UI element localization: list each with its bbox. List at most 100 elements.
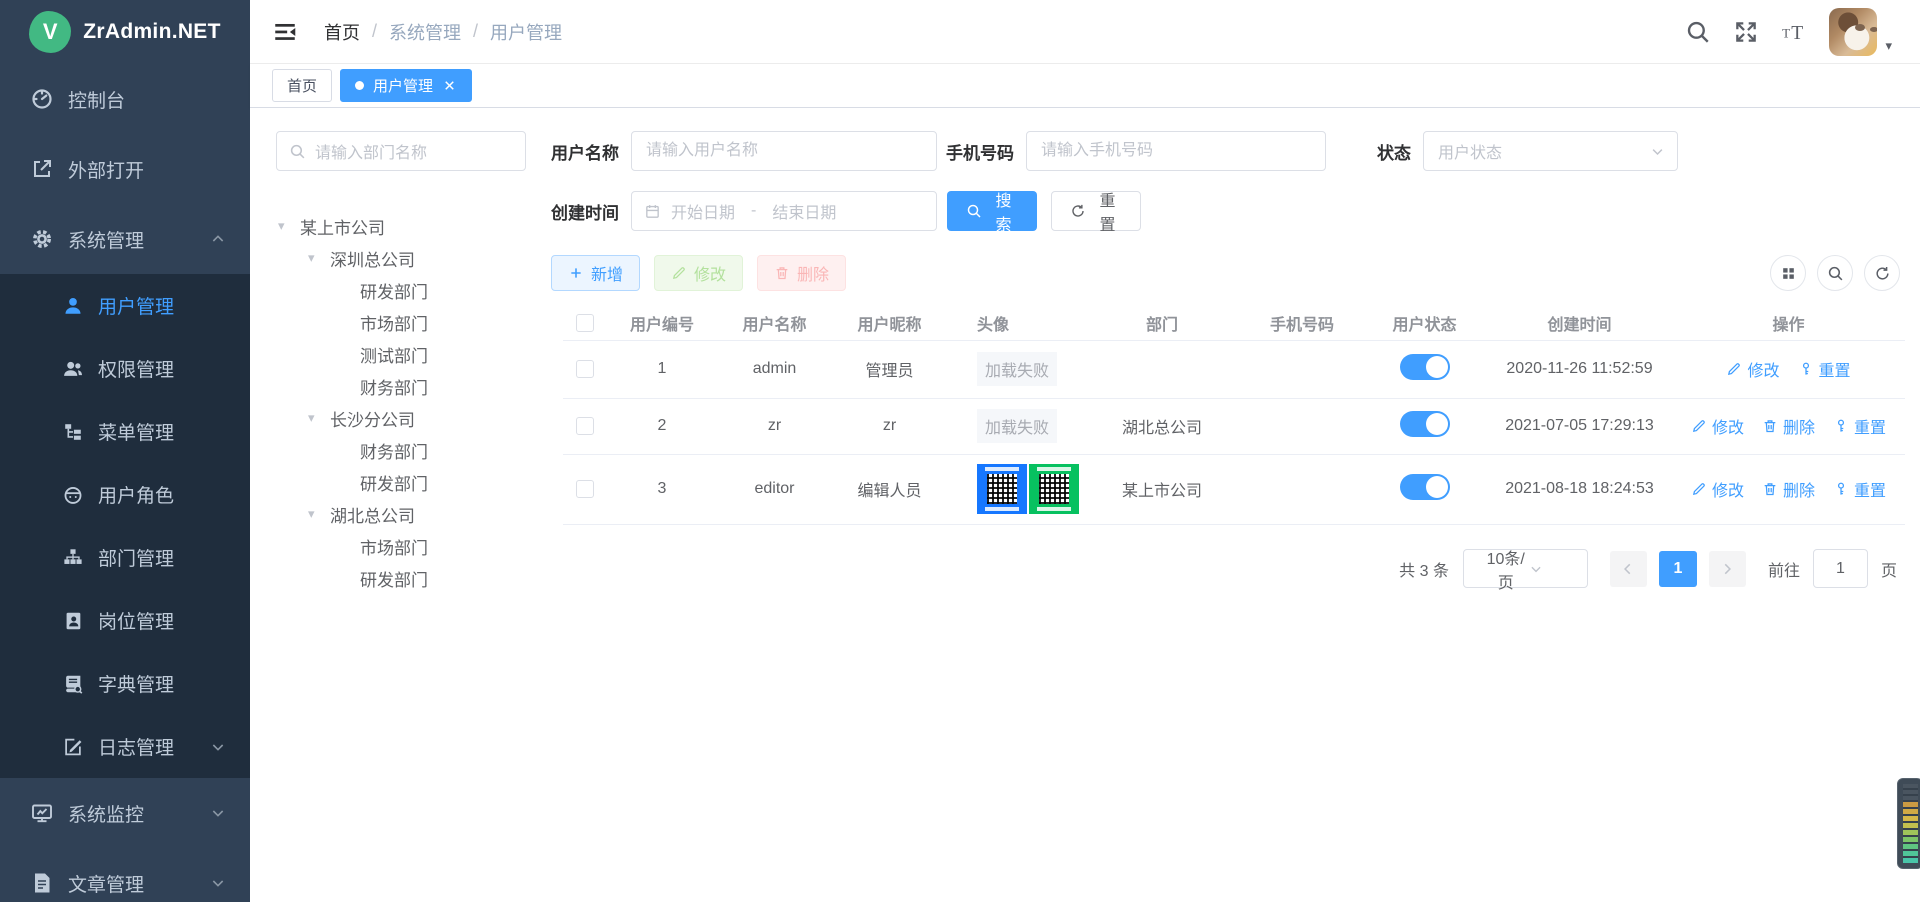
goto-page-input[interactable]	[1813, 549, 1868, 588]
wechat-qr-image[interactable]	[1029, 464, 1079, 514]
table-row: 1admin管理员加载失败2020-11-26 11:52:59修改重置	[563, 340, 1905, 398]
breadcrumb: 首页/系统管理/用户管理	[324, 19, 562, 45]
row-checkbox[interactable]	[576, 417, 594, 435]
breadcrumb-item[interactable]: 系统管理	[389, 19, 461, 45]
users-icon	[62, 358, 84, 380]
tree-node[interactable]: ▾某上市公司	[276, 210, 526, 242]
search-icon[interactable]	[1685, 19, 1711, 45]
key-icon	[1833, 481, 1849, 497]
caret-down-icon[interactable]: ▾	[308, 250, 330, 266]
user-status-toggle[interactable]	[1400, 354, 1450, 380]
edit-link[interactable]: 修改	[1726, 357, 1779, 381]
toggle-search-icon[interactable]	[1817, 255, 1853, 291]
sidebar-item-dict-mgmt[interactable]: 字典管理	[0, 652, 250, 715]
prev-page-button[interactable]	[1610, 551, 1647, 587]
reset-link[interactable]: 重置	[1833, 414, 1886, 438]
tree-node[interactable]: 研发部门	[276, 274, 526, 306]
tree-node[interactable]: ▾深圳总公司	[276, 242, 526, 274]
sidebar-item-sys-monitor[interactable]: 系统监控	[0, 778, 250, 848]
tree-node[interactable]: 财务部门	[276, 434, 526, 466]
breadcrumb-separator: /	[473, 21, 478, 42]
tree-node[interactable]: 研发部门	[276, 562, 526, 594]
font-size-icon[interactable]: TT	[1781, 19, 1807, 45]
refresh-table-icon[interactable]	[1864, 255, 1900, 291]
menu-tree-icon	[62, 421, 84, 443]
cell-phone	[1242, 398, 1362, 454]
active-dot	[355, 81, 364, 90]
user-status-toggle[interactable]	[1400, 474, 1450, 500]
edge-meter-widget[interactable]	[1897, 778, 1920, 869]
cell-avatar	[947, 454, 1082, 524]
select-all-checkbox[interactable]	[576, 314, 594, 332]
external-link-icon	[30, 157, 54, 181]
total-count: 共 3 条	[1399, 557, 1449, 581]
edit-link[interactable]: 修改	[1691, 477, 1744, 501]
user-status-toggle[interactable]	[1400, 411, 1450, 437]
user-menu[interactable]: ▾	[1829, 8, 1892, 56]
tree-node[interactable]: 研发部门	[276, 466, 526, 498]
date-range-input[interactable]: 开始日期 - 结束日期	[631, 191, 937, 231]
reset-button[interactable]: 重置	[1051, 191, 1141, 231]
tree-node[interactable]: 财务部门	[276, 370, 526, 402]
row-checkbox[interactable]	[576, 480, 594, 498]
columns-grid-icon[interactable]	[1770, 255, 1806, 291]
sidebar-item-perm-mgmt[interactable]: 权限管理	[0, 337, 250, 400]
username-input[interactable]	[631, 131, 937, 171]
delete-link[interactable]: 删除	[1762, 477, 1815, 501]
page-number-1[interactable]: 1	[1659, 551, 1697, 587]
chevron-down-icon	[1650, 144, 1665, 159]
row-checkbox[interactable]	[576, 360, 594, 378]
close-icon[interactable]	[442, 78, 457, 93]
id-badge-icon	[62, 610, 84, 632]
tree-node[interactable]: ▾长沙分公司	[276, 402, 526, 434]
org-tree-icon	[62, 547, 84, 569]
tree-node[interactable]: 市场部门	[276, 306, 526, 338]
tree-node[interactable]: 市场部门	[276, 530, 526, 562]
delete-link[interactable]: 删除	[1762, 414, 1815, 438]
delete-user-button[interactable]: 删除	[757, 255, 846, 291]
tree-node[interactable]: ▾湖北总公司	[276, 498, 526, 530]
calendar-icon	[644, 203, 671, 220]
edit-user-button[interactable]: 修改	[654, 255, 743, 291]
sidebar-item-dept-mgmt[interactable]: 部门管理	[0, 526, 250, 589]
page-size-select[interactable]: 10条/页	[1463, 549, 1588, 588]
sidebar-item-dashboard[interactable]: 控制台	[0, 64, 250, 134]
sidebar-item-user-role[interactable]: 用户角色	[0, 463, 250, 526]
sidebar-fold-icon[interactable]	[272, 19, 298, 45]
sidebar-item-post-mgmt[interactable]: 岗位管理	[0, 589, 250, 652]
dept-search-input[interactable]: 请输入部门名称	[276, 131, 526, 171]
sidebar-item-external[interactable]: 外部打开	[0, 134, 250, 204]
caret-down-icon[interactable]: ▾	[308, 506, 330, 522]
tab-home[interactable]: 首页	[272, 69, 332, 102]
tab-user-mgmt[interactable]: 用户管理	[340, 69, 472, 102]
sidebar-item-log-mgmt[interactable]: 日志管理	[0, 715, 250, 778]
edit-icon	[1691, 418, 1707, 434]
search-button[interactable]: 搜索	[947, 191, 1037, 231]
breadcrumb-item[interactable]: 首页	[324, 19, 360, 45]
sidebar-item-user-mgmt[interactable]: 用户管理	[0, 274, 250, 337]
phone-input[interactable]	[1026, 131, 1326, 171]
log-edit-icon	[62, 736, 84, 758]
edit-link[interactable]: 修改	[1691, 414, 1744, 438]
col-header: 用户昵称	[832, 306, 947, 340]
caret-down-icon[interactable]: ▾	[278, 218, 300, 234]
add-user-button[interactable]: 新增	[551, 255, 640, 291]
tree-node[interactable]: 测试部门	[276, 338, 526, 370]
filter-row-1: 用户名称 手机号码 状态 用户状态	[551, 131, 1678, 171]
fullscreen-icon[interactable]	[1733, 19, 1759, 45]
sidebar-item-menu-mgmt[interactable]: 菜单管理	[0, 400, 250, 463]
caret-down-icon[interactable]: ▾	[308, 410, 330, 426]
status-label: 状态	[1377, 139, 1411, 164]
alipay-qr-image[interactable]	[977, 464, 1027, 514]
sidebar-item-system[interactable]: 系统管理	[0, 204, 250, 274]
reset-link[interactable]: 重置	[1833, 477, 1886, 501]
app-logo[interactable]: V ZrAdmin.NET	[0, 0, 250, 64]
next-page-button[interactable]	[1709, 551, 1746, 587]
col-header: 操作	[1672, 306, 1905, 340]
col-header: 头像	[947, 306, 1082, 340]
status-select[interactable]: 用户状态	[1423, 131, 1678, 171]
dictionary-icon	[62, 673, 84, 695]
reset-link[interactable]: 重置	[1798, 357, 1851, 381]
sidebar-item-article-mgmt[interactable]: 文章管理	[0, 848, 250, 902]
avatar[interactable]	[1829, 8, 1877, 56]
